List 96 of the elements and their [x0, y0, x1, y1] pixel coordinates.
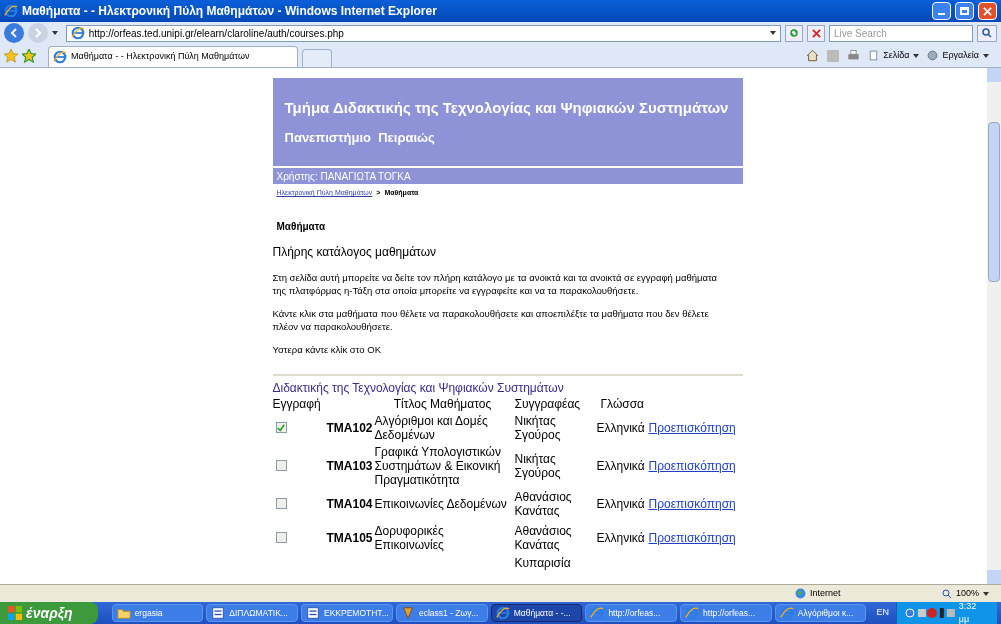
minimize-button[interactable]	[932, 2, 951, 20]
course-language: Ελληνικά	[595, 458, 646, 473]
checkbox[interactable]	[275, 532, 287, 543]
paragraph: Κάντε κλικ στα μαθήματα που θέλετε να παρακολουθήσετε και αποεπιλέξτε τα μαθήματα που δεν θέλετε πλέον να παρακολουθήσετε.	[272, 306, 710, 333]
maximize-button[interactable]	[955, 2, 974, 20]
search-field[interactable]: Live Search	[828, 24, 974, 42]
course-language: Ελληνικά	[595, 530, 646, 545]
course-author: Αθανάσιος Κανάτας	[513, 523, 573, 552]
clock: 3:32 μμ	[958, 599, 978, 624]
course-code: TMA103	[325, 458, 374, 473]
taskbar-button[interactable]: http://orfeas...	[585, 604, 678, 622]
banner-title: Τμήμα Διδακτικής της Τεχνολογίας και Ψηφιακών Συστημάτων	[284, 98, 730, 118]
taskbar-button[interactable]: Μαθήματα - -...	[490, 604, 583, 622]
course-title: Δορυφορικές Επικοινωνίες	[374, 523, 445, 552]
page-subheading: Πλήρης κατάλογος μαθημάτων	[272, 243, 438, 261]
print-icon[interactable]	[847, 49, 861, 62]
course-language: Ελληνικά	[595, 420, 646, 435]
home-icon[interactable]	[806, 49, 820, 62]
checkbox[interactable]	[275, 460, 287, 471]
taskbar-button[interactable]: Αλγόριθμοι κ...	[774, 604, 867, 622]
paragraph: Υστερα κάντε κλίκ στο ΟΚ	[272, 342, 382, 356]
taskbar-button[interactable]: ΔΙΠΛΩΜΑΤΙΚ...	[206, 604, 298, 622]
zoom-icon	[941, 588, 952, 599]
search-icon	[982, 28, 993, 38]
course-title: Γραφικά Υπολογιστικών Συστημάτων & Εικονική Πραγματικότητα	[374, 444, 502, 487]
close-button[interactable]	[978, 2, 997, 20]
course-author: Νικήτας Σγούρος	[513, 413, 562, 442]
course-title: Επικοινωνίες Δεδομένων	[374, 496, 508, 511]
close-icon	[983, 6, 992, 16]
check-icon	[277, 423, 285, 432]
course-code: TMA104	[325, 496, 374, 511]
paragraph: Στη σελίδα αυτή μπορείτε να δείτε τον πλήρη κατάλογο με τα ανοικτά και τα ανοικτά σε εγγραφή μαθήματα της πλατφόρμας η-Τάξη στα οποία μπορείτε να εγγραφείτε και να τα παρακολουθήσετε.	[272, 270, 719, 297]
address-field[interactable]: http://orfeas.ted.unipi.gr/elearn/claroline/auth/courses.php	[65, 24, 782, 42]
column-header: Τίτλος Μαθήματος	[392, 396, 493, 411]
checkbox[interactable]	[275, 422, 287, 433]
globe-icon	[794, 588, 806, 599]
preview-link[interactable]: Προεπισκόπηση	[648, 496, 743, 511]
taskbar-button[interactable]: http://orfeas...	[680, 604, 772, 622]
page-heading: Μαθήματα	[275, 219, 327, 234]
back-button[interactable]	[4, 23, 24, 43]
language-indicator[interactable]: EN	[872, 606, 893, 620]
user-name: Χρήστης: ΠΑΝΑΓΙΩΤΑ ΤΟΓΚΑ	[276, 169, 411, 184]
caret-icon	[983, 53, 989, 58]
refresh-button[interactable]	[785, 24, 804, 42]
preview-link[interactable]: Προεπισκόπηση	[648, 458, 743, 473]
browser-icon	[53, 50, 67, 64]
star-icon[interactable]	[4, 48, 18, 63]
preview-link[interactable]: Προεπισκόπηση	[648, 530, 743, 545]
add-favorite-icon[interactable]	[22, 48, 36, 63]
course-author: Νικήτας Σγούρος	[513, 451, 562, 480]
taskbar-button[interactable]: eclass1 - Ζωγ...	[396, 604, 488, 622]
new-tab-button[interactable]	[302, 49, 332, 67]
column-header: Συγγραφέας	[513, 396, 582, 411]
taskbar-button[interactable]: ergasia	[111, 604, 204, 622]
folder-icon	[116, 606, 131, 620]
zoom-button[interactable]: 100%	[941, 586, 989, 601]
security-zone: Internet	[809, 586, 842, 600]
stop-icon	[811, 28, 821, 38]
browser-icon	[495, 606, 510, 620]
preview-link[interactable]: Προεπισκόπηση	[648, 420, 743, 435]
browser-tab[interactable]: Μαθήματα - - Ηλεκτρονική Πύλη Μαθημάτων	[48, 46, 298, 67]
windows-logo-icon	[8, 606, 22, 620]
menu-button[interactable]: Σελίδα	[868, 48, 920, 63]
banner-subtitle: Πανεπιστήμιο Πειραιώς	[284, 128, 436, 147]
page-icon	[868, 50, 880, 61]
browser-icon	[685, 606, 700, 620]
caret-icon	[913, 53, 920, 58]
scrollbar[interactable]	[987, 68, 1001, 584]
taskbar-button[interactable]: ΕΚΚΡΕΜΟΤΗΤ...	[301, 604, 393, 622]
browser-icon	[4, 4, 18, 18]
course-title: Αλγόριθμοι και Δομές Δεδομένων	[374, 413, 489, 442]
menu-button[interactable]: Εργαλεία	[927, 48, 989, 63]
tray-icons-drawing	[904, 607, 955, 619]
course-author: Κυπαρισία	[513, 555, 572, 570]
caret-icon	[983, 591, 989, 596]
category-title: Διδακτικής της Τεχνολογίας και Ψηφιακών Συστημάτων	[272, 379, 565, 397]
course-code: TMA102	[325, 420, 374, 435]
column-header: Γλώσσα	[599, 396, 646, 411]
column-header: Εγγραφή	[272, 396, 322, 411]
course-author: Αθανάσιος Κανάτας	[513, 489, 573, 518]
document-icon	[211, 606, 226, 620]
browser-icon	[779, 606, 794, 620]
window-title: Μαθήματα - - Ηλεκτρονική Πύλη Μαθημάτων - Windows Internet Explorer	[22, 3, 438, 20]
refresh-icon	[789, 28, 800, 38]
browser-icon	[70, 26, 85, 40]
start-button[interactable]: έναρξη	[0, 602, 98, 624]
stop-button[interactable]	[807, 24, 825, 42]
dropdown-icon	[770, 31, 777, 35]
app-icon	[401, 606, 415, 620]
document-icon	[306, 606, 320, 620]
checkbox[interactable]	[275, 498, 287, 509]
search-button[interactable]	[977, 24, 997, 42]
dropdown-icon[interactable]	[51, 31, 58, 35]
browser-icon	[590, 606, 605, 620]
course-language: Ελληνικά	[595, 496, 646, 511]
course-code: TMA105	[325, 530, 374, 545]
